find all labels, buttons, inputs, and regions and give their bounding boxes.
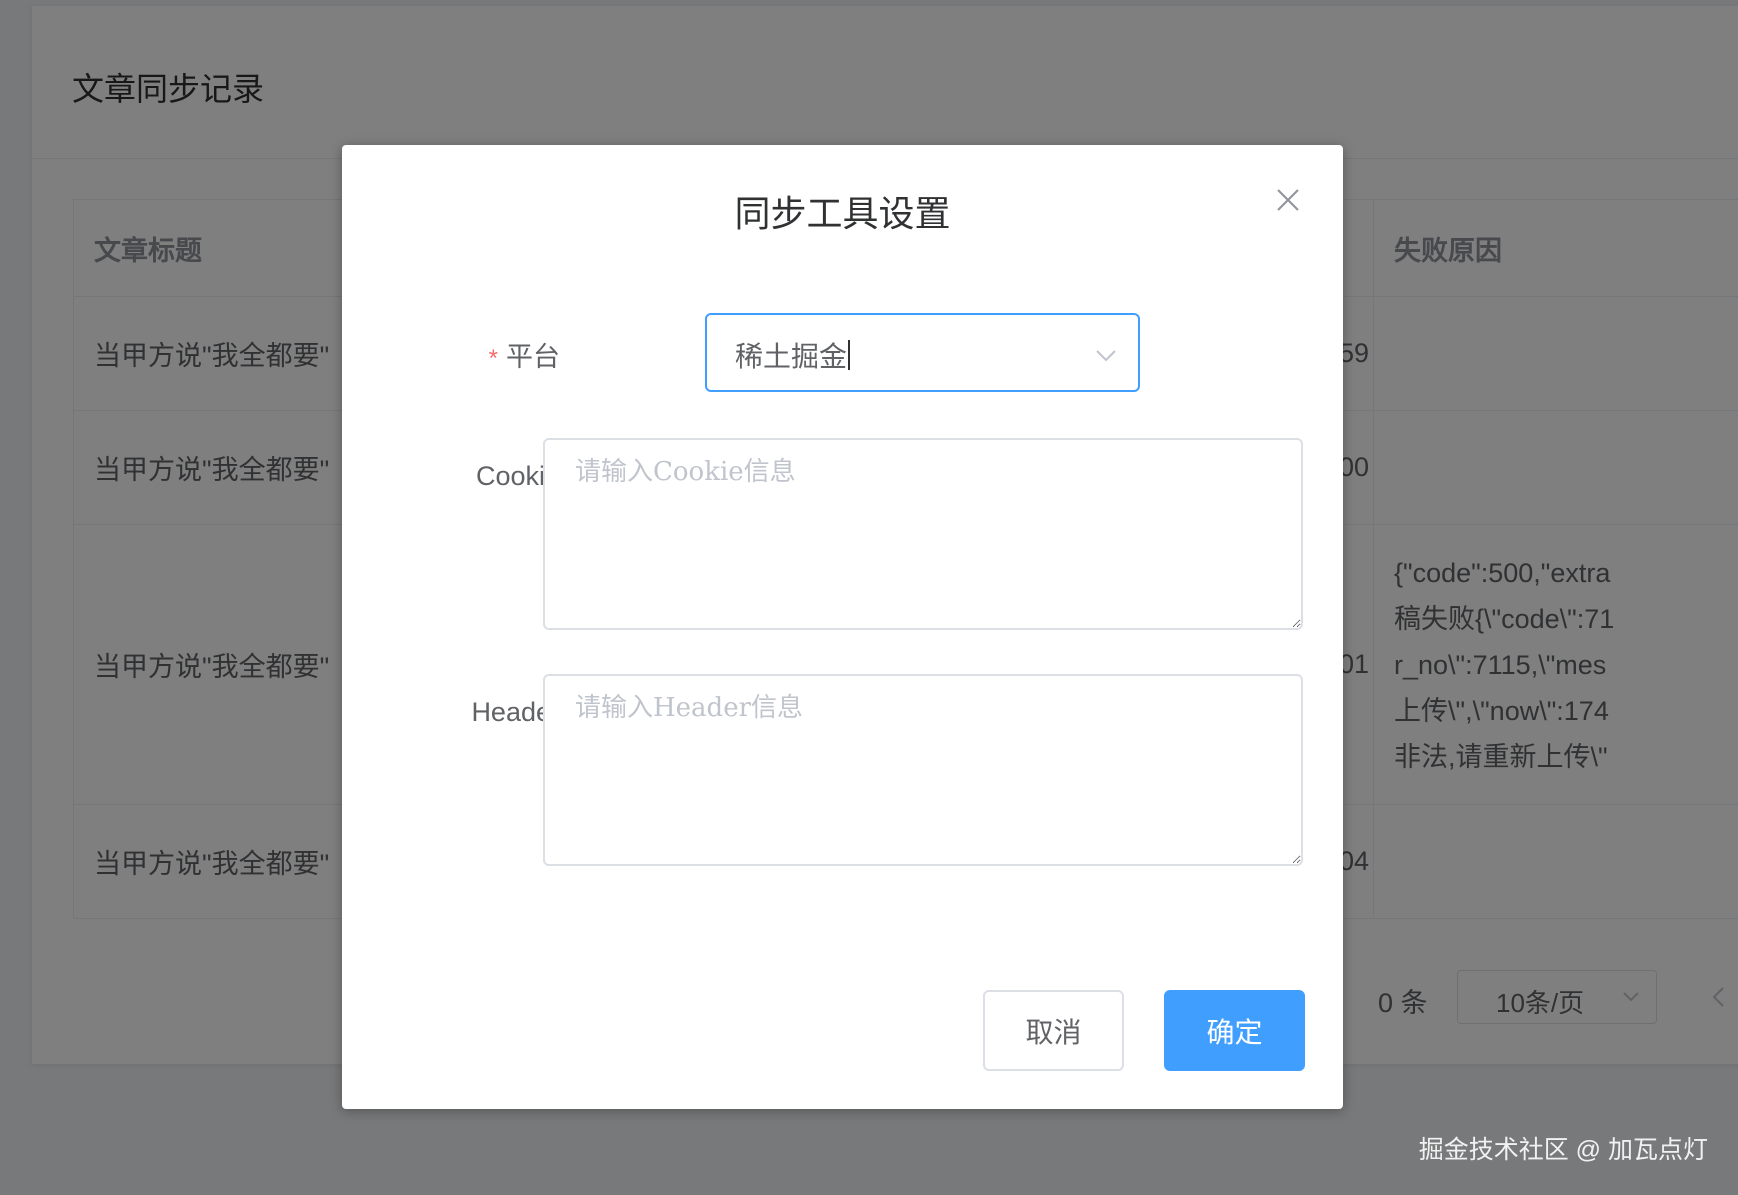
cancel-button[interactable]: 取消 bbox=[983, 990, 1124, 1071]
header-input[interactable] bbox=[543, 674, 1303, 866]
header-label: Header bbox=[471, 697, 560, 727]
dialog-title: 同步工具设置 bbox=[734, 193, 951, 234]
page: 文章同步记录 文章标题 失败原因 当甲方说"我全都要" :26:59 bbox=[0, 0, 1738, 1195]
platform-select[interactable]: 稀土掘金 bbox=[705, 313, 1140, 392]
confirm-button[interactable]: 确定 bbox=[1164, 990, 1305, 1071]
close-button[interactable] bbox=[1273, 185, 1303, 215]
chevron-down-icon bbox=[1096, 350, 1116, 362]
platform-select-value: 稀土掘金 bbox=[735, 341, 848, 372]
cookie-input[interactable] bbox=[543, 438, 1303, 630]
platform-label: * 平台 bbox=[488, 342, 560, 372]
close-icon bbox=[1277, 189, 1299, 211]
cookie-label: Cookie bbox=[475, 461, 560, 491]
text-caret bbox=[848, 340, 851, 370]
required-mark: * bbox=[488, 345, 498, 372]
sync-settings-dialog: 同步工具设置 *平台 稀土掘金 Cookie Header 取消 确定 bbox=[342, 145, 1343, 1109]
watermark: 掘金技术社区 @ 加瓦点灯 bbox=[1418, 1136, 1708, 1164]
